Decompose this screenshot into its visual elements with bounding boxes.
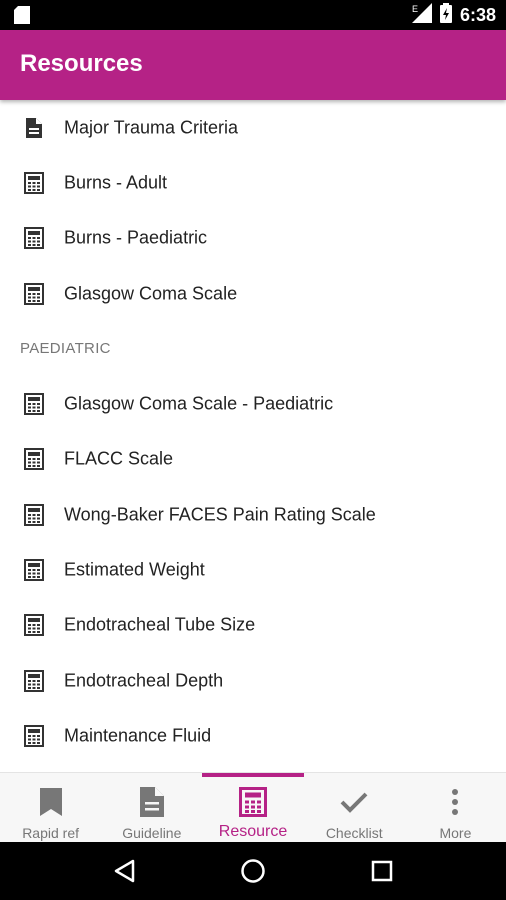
calculator-icon xyxy=(24,393,44,416)
list-item-glasgow-coma-scale[interactable]: Glasgow Coma Scale xyxy=(0,266,506,321)
back-icon[interactable] xyxy=(109,856,139,886)
tab-guideline[interactable]: Guideline xyxy=(101,773,202,842)
check-icon xyxy=(340,787,368,817)
tab-label: More xyxy=(439,825,472,841)
list-item-label: Endotracheal Depth xyxy=(64,670,224,691)
svg-text:E: E xyxy=(412,4,418,14)
recents-icon[interactable] xyxy=(367,856,397,886)
list-item-major-trauma-criteria[interactable]: Major Trauma Criteria xyxy=(0,100,506,155)
list-item-label: Burns - Paediatric xyxy=(64,227,208,248)
calculator-icon xyxy=(24,282,44,305)
tab-more[interactable]: More xyxy=(405,773,506,842)
app-bar: Resources xyxy=(0,30,506,100)
tab-rapid-ref[interactable]: Rapid ref xyxy=(0,773,101,842)
list-item-label: Glasgow Coma Scale - Paediatric xyxy=(64,393,334,414)
status-bar: E 6:38 xyxy=(0,0,506,30)
battery-icon xyxy=(439,2,452,28)
list-item-label: Burns - Adult xyxy=(64,172,168,193)
list-item-label: Endotracheal Tube Size xyxy=(64,614,256,635)
calculator-icon xyxy=(24,227,44,250)
document-icon xyxy=(24,117,44,139)
active-tab-indicator xyxy=(202,773,304,777)
bookmark-icon xyxy=(39,787,62,817)
list-item-endotracheal-tube-size[interactable]: Endotracheal Tube Size xyxy=(0,598,506,653)
calculator-icon xyxy=(24,171,44,194)
home-icon[interactable] xyxy=(238,856,268,886)
list-item-label: Estimated Weight xyxy=(64,559,205,580)
tab-label: Rapid ref xyxy=(22,825,79,841)
calculator-icon xyxy=(24,559,44,582)
calculator-icon xyxy=(24,503,44,526)
list-item-burns-adult[interactable]: Burns - Adult xyxy=(0,155,506,210)
signal-icon: E xyxy=(410,2,432,28)
calculator-icon xyxy=(24,669,44,692)
tab-label: Guideline xyxy=(122,825,182,841)
calculator-icon xyxy=(239,787,267,817)
tab-checklist[interactable]: Checklist xyxy=(304,773,405,842)
list-item-label: FLACC Scale xyxy=(64,448,174,469)
list-item-burns-paediatric[interactable]: Burns - Paediatric xyxy=(0,211,506,266)
calculator-icon xyxy=(24,448,44,471)
tab-label: Checklist xyxy=(325,825,383,841)
calculator-icon xyxy=(24,614,44,637)
list-item-label: Maintenance Fluid xyxy=(64,725,212,746)
list-item-label: Wong-Baker FACES Pain Rating Scale xyxy=(64,504,376,525)
list-item-label: Glasgow Coma Scale xyxy=(64,283,238,304)
list-item-label: Major Trauma Criteria xyxy=(64,117,239,138)
list-item-wong-baker-faces[interactable]: Wong-Baker FACES Pain Rating Scale xyxy=(0,487,506,542)
list-item-glasgow-coma-scale-paediatric[interactable]: Glasgow Coma Scale - Paediatric xyxy=(0,376,506,431)
system-nav-bar xyxy=(0,842,506,900)
section-header-paediatric: PAEDIATRIC xyxy=(20,340,111,358)
list-item-maintenance-fluid[interactable]: Maintenance Fluid xyxy=(0,708,506,763)
resource-list[interactable]: Major Trauma Criteria Burns - Adult Burn… xyxy=(0,100,506,772)
status-time: 6:38 xyxy=(459,4,496,25)
bottom-nav: Rapid ref Guideline Resource Checklist M… xyxy=(0,772,506,842)
status-icons: E 6:38 xyxy=(410,0,496,30)
document-icon xyxy=(139,787,164,817)
tab-resource[interactable]: Resource xyxy=(202,773,304,842)
list-item-flacc-scale[interactable]: FLACC Scale xyxy=(0,432,506,487)
more-vertical-icon xyxy=(451,787,459,817)
page-title: Resources xyxy=(20,50,143,77)
list-item-estimated-weight[interactable]: Estimated Weight xyxy=(0,542,506,597)
list-item-endotracheal-depth[interactable]: Endotracheal Depth xyxy=(0,653,506,708)
calculator-icon xyxy=(24,724,44,747)
tab-label: Resource xyxy=(218,823,288,840)
sd-card-icon xyxy=(14,6,30,29)
